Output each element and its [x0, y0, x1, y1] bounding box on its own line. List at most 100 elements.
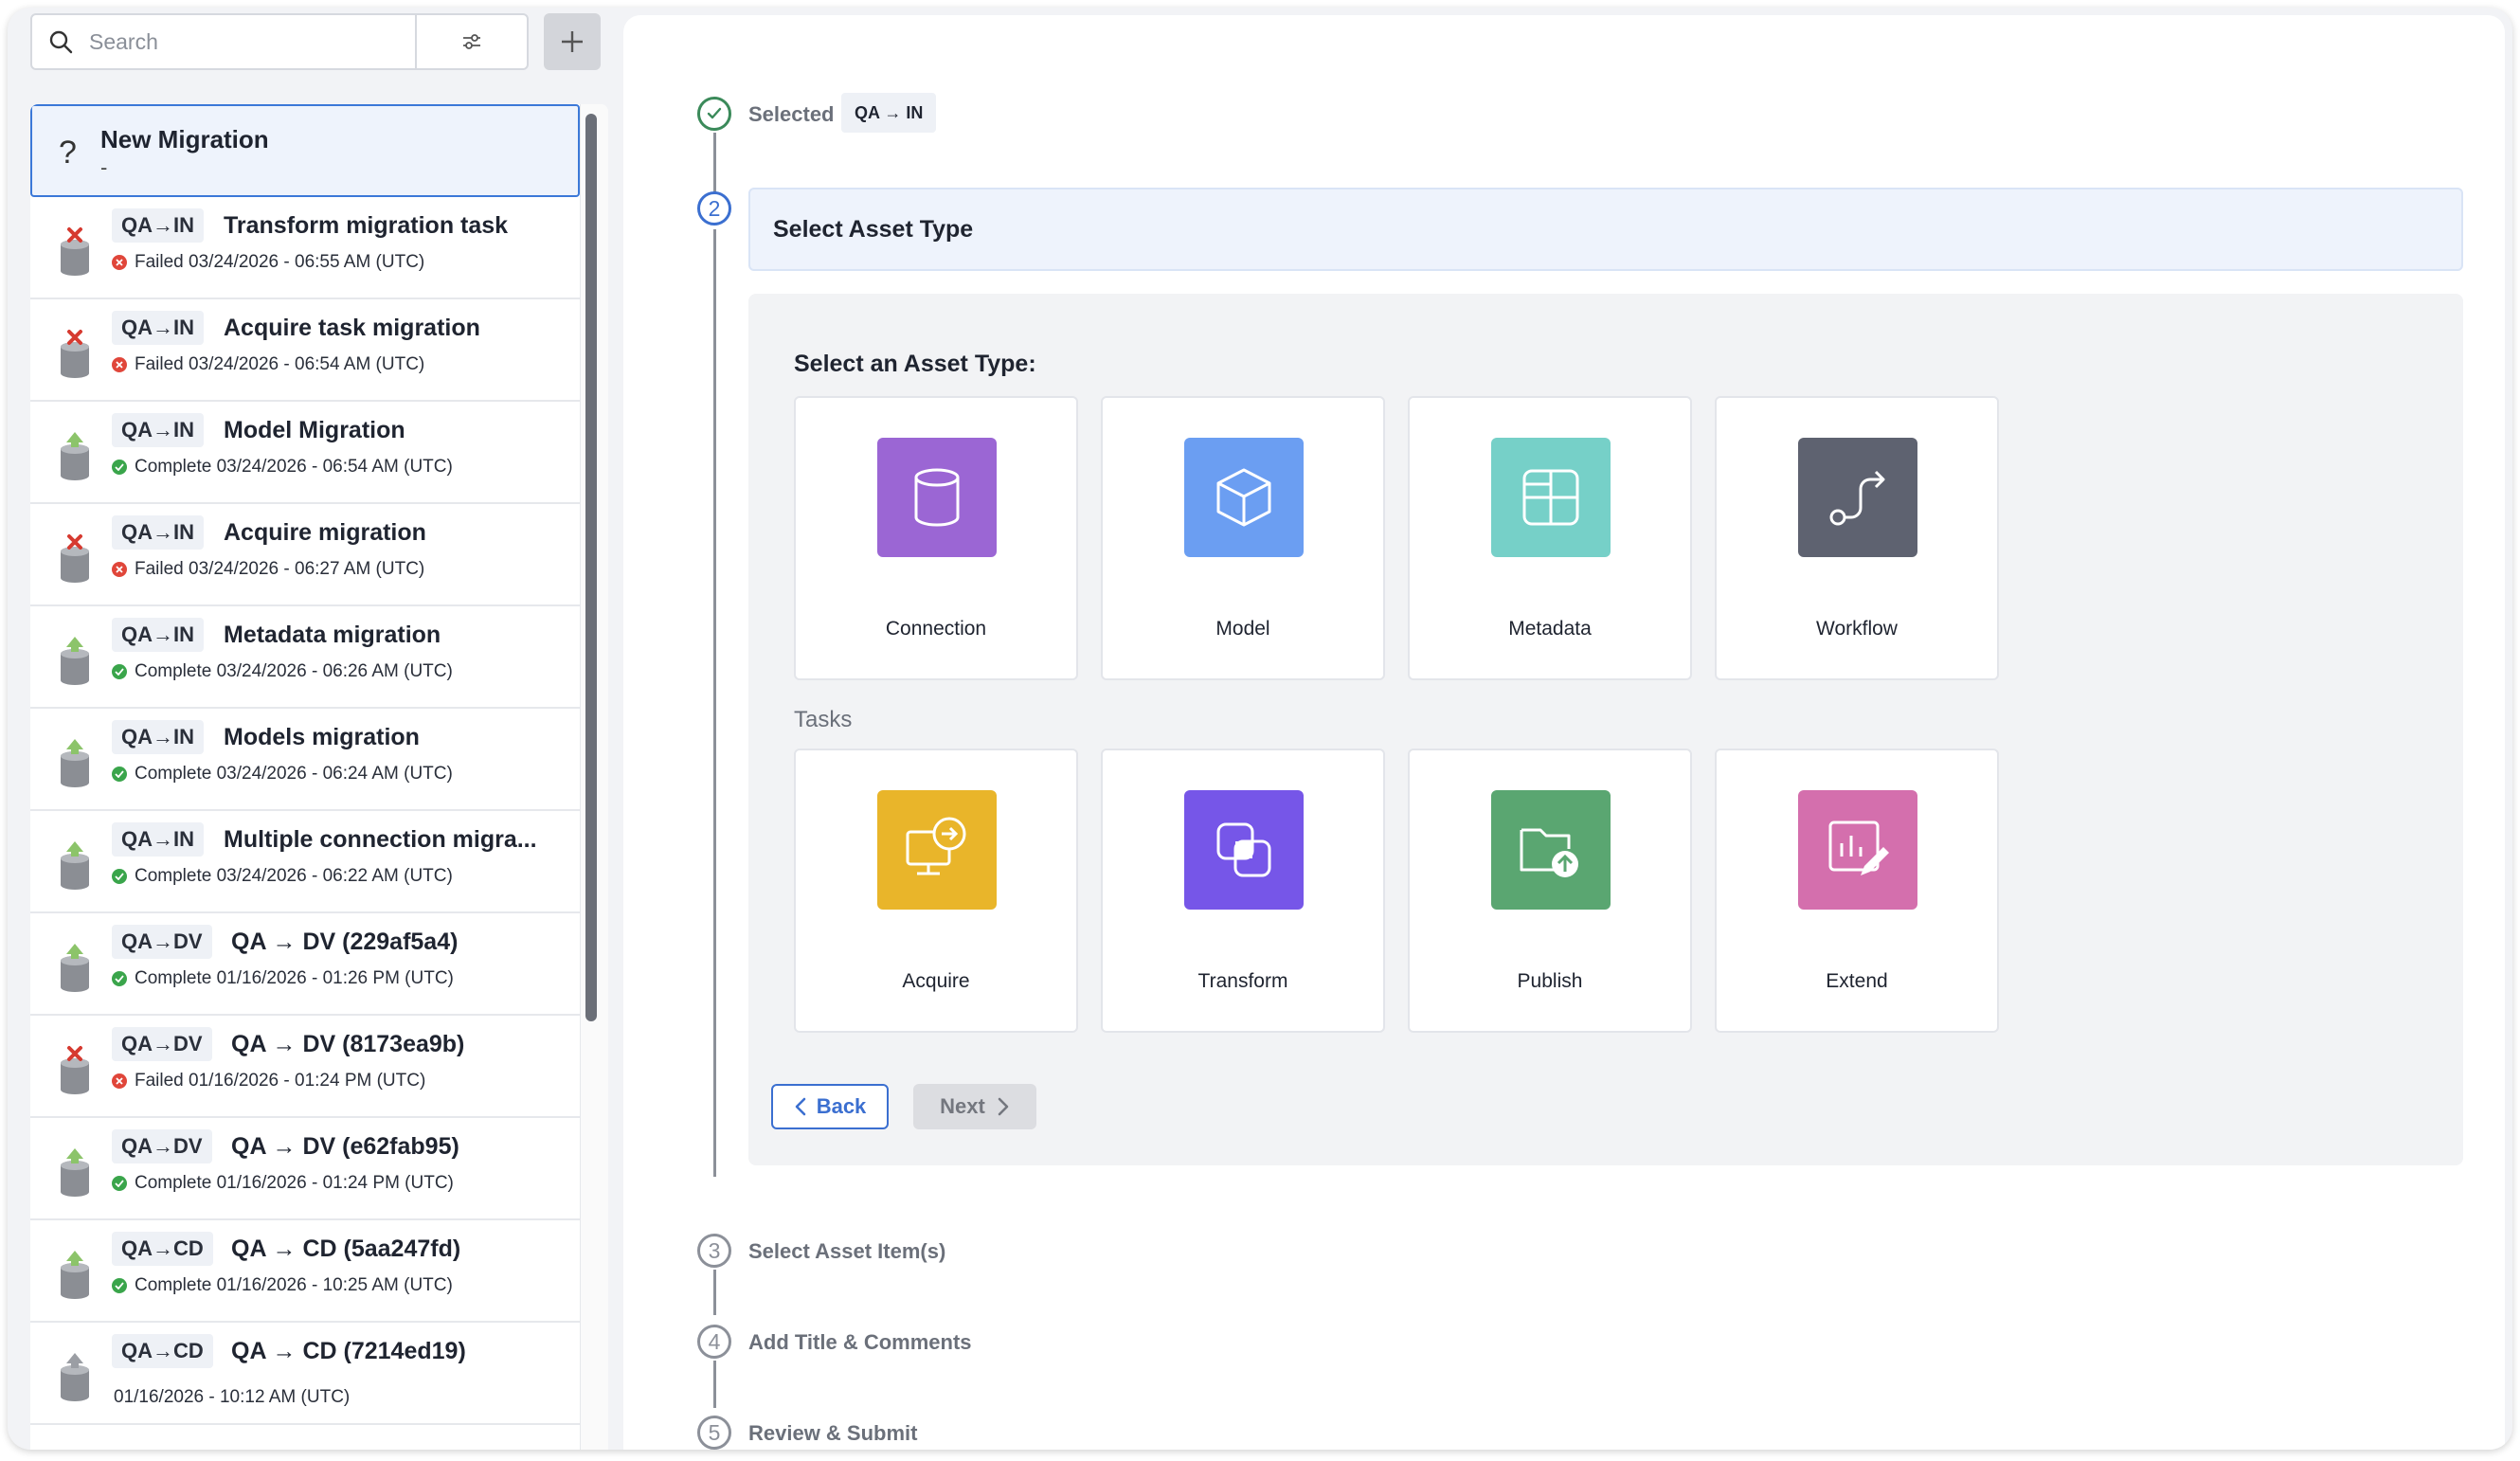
migration-list-item[interactable]: QA→CD QA → CD (5aa247fd) Complete 01/16/20… — [30, 1220, 580, 1323]
step-5-number: 5 — [697, 1416, 731, 1450]
env-badge: QA→IN — [112, 208, 204, 243]
migration-list-item[interactable]: QA→DV QA → DV (8173ea9b) Failed 01/16/2026… — [30, 1016, 580, 1118]
task-card-acquire[interactable]: Acquire — [794, 749, 1078, 1033]
database-success-icon — [61, 841, 89, 890]
add-migration-button[interactable] — [544, 13, 601, 70]
migration-list-item[interactable]: QA→DV QA → DV (e62fab95) Complete 01/16/20… — [30, 1118, 580, 1220]
migration-title: Metadata migration — [224, 622, 441, 648]
asset-card-label: Model — [1215, 618, 1270, 640]
step-5-label: Review & Submit — [748, 1421, 918, 1445]
migration-status: Complete 01/16/2026 - 10:25 AM (UTC) — [112, 1275, 453, 1296]
folder-upload-icon — [1491, 790, 1611, 910]
migration-status: Failed 01/16/2026 - 01:24 PM (UTC) — [112, 1071, 425, 1091]
migration-status-text: Failed 03/24/2026 - 06:54 AM (UTC) — [135, 354, 425, 374]
step-2-number: 2 — [697, 191, 731, 225]
migration-title: Multiple connection migra... — [224, 826, 537, 853]
back-button[interactable]: Back — [771, 1084, 889, 1129]
task-card-transform[interactable]: Transform — [1101, 749, 1385, 1033]
migration-list-item[interactable]: QA→IN Metadata migration Complete 03/24/20… — [30, 606, 580, 709]
step-4-label: Add Title & Comments — [748, 1330, 972, 1354]
migration-status-text: Failed 01/16/2026 - 01:24 PM (UTC) — [135, 1071, 426, 1091]
env-badge: QA→IN — [112, 311, 204, 345]
migration-status: Complete 03/24/2026 - 06:22 AM (UTC) — [112, 866, 453, 887]
migration-list-item[interactable]: QA→IN Acquire migration Failed 03/24/2026 … — [30, 504, 580, 606]
new-migration-item[interactable]: ? New Migration - — [30, 104, 580, 197]
migration-status-text: 01/16/2026 - 10:12 AM (UTC) — [114, 1387, 351, 1407]
success-status-icon — [112, 767, 127, 782]
database-failed-icon — [61, 227, 89, 276]
next-button[interactable]: Next — [913, 1084, 1036, 1129]
migration-status: 01/16/2026 - 10:12 AM (UTC) — [114, 1387, 350, 1408]
task-card-extend[interactable]: Extend — [1715, 749, 1999, 1033]
asset-card-model[interactable]: Model — [1101, 396, 1385, 680]
monitor-arrow-icon — [877, 790, 997, 910]
migration-list-item[interactable]: QA→IN Acquire task migration Failed 03/24/… — [30, 299, 580, 402]
route-arrow-icon — [1798, 438, 1917, 557]
selected-env-badge: QA → IN — [841, 93, 937, 133]
checkmark-icon — [707, 107, 722, 119]
asset-card-label: Workflow — [1816, 618, 1898, 640]
migration-list: ? New Migration - QA→IN Transform migrati… — [30, 104, 580, 1425]
migration-sidebar: ? New Migration - QA→IN Transform migrati… — [8, 8, 618, 1450]
migration-list-item[interactable]: QA→CD QA → CD (7214ed19) 01/16/2026 - 10:1… — [30, 1323, 580, 1425]
migration-title: QA → CD (7214ed19) — [231, 1338, 466, 1364]
chart-edit-icon — [1798, 790, 1917, 910]
migration-title: QA → DV (229af5a4) — [231, 929, 459, 955]
migration-title: Model Migration — [224, 417, 405, 443]
asset-card-connection[interactable]: Connection — [794, 396, 1078, 680]
success-status-icon — [112, 971, 127, 986]
success-status-icon — [112, 869, 127, 884]
app-window: ? New Migration - QA→IN Transform migrati… — [8, 8, 2512, 1450]
migration-title: QA → DV (e62fab95) — [231, 1133, 459, 1160]
table-grid-icon — [1491, 438, 1611, 557]
migration-list-panel: ? New Migration - QA→IN Transform migrati… — [30, 104, 608, 1450]
filter-button[interactable] — [415, 15, 527, 68]
env-badge: QA→CD — [112, 1334, 213, 1368]
step-connector — [713, 1361, 716, 1408]
migration-list-item[interactable]: QA→DV QA → DV (229af5a4) Complete 01/16/20… — [30, 913, 580, 1016]
database-success-icon — [61, 637, 89, 685]
search-input[interactable] — [89, 18, 415, 65]
migration-status: Complete 03/24/2026 - 06:26 AM (UTC) — [112, 661, 453, 682]
task-card-label: Acquire — [902, 970, 970, 992]
migration-status-text: Complete 03/24/2026 - 06:26 AM (UTC) — [135, 661, 453, 681]
task-card-label: Publish — [1517, 970, 1583, 992]
asset-card-label: Connection — [885, 618, 987, 640]
migration-status-text: Complete 01/16/2026 - 01:24 PM (UTC) — [135, 1173, 454, 1193]
env-badge: QA→DV — [112, 1129, 212, 1163]
migration-status: Complete 01/16/2026 - 01:24 PM (UTC) — [112, 1173, 454, 1194]
failed-status-icon — [112, 562, 127, 577]
migration-status: Failed 03/24/2026 - 06:27 AM (UTC) — [112, 559, 424, 580]
failed-status-icon — [112, 1073, 127, 1089]
database-pending-icon — [61, 1353, 89, 1401]
migration-title: Transform migration task — [224, 212, 509, 239]
scrollbar-thumb[interactable] — [585, 114, 597, 1021]
chevron-right-icon — [998, 1097, 1009, 1116]
migration-status-text: Complete 03/24/2026 - 06:54 AM (UTC) — [135, 457, 453, 477]
migration-status-text: Complete 03/24/2026 - 06:24 AM (UTC) — [135, 764, 453, 784]
database-failed-icon — [61, 1046, 89, 1094]
asset-card-workflow[interactable]: Workflow — [1715, 396, 1999, 680]
asset-type-heading: Select an Asset Type: — [794, 351, 1036, 377]
migration-wizard: Selected QA → IN 2 Select Asset Type Sel… — [623, 15, 2505, 1450]
asset-card-metadata[interactable]: Metadata — [1408, 396, 1692, 680]
database-success-icon — [61, 944, 89, 992]
migration-title: QA → CD (5aa247fd) — [231, 1236, 461, 1262]
search-bar — [30, 13, 529, 70]
asset-type-panel: Select an Asset Type: Connection Model M… — [748, 294, 2463, 1165]
step-4-number: 4 — [697, 1325, 731, 1359]
migration-list-item[interactable]: QA→IN Transform migration task Failed 03/2… — [30, 197, 580, 299]
success-status-icon — [112, 1176, 127, 1191]
env-badge: QA→IN — [112, 413, 204, 447]
task-card-publish[interactable]: Publish — [1408, 749, 1692, 1033]
migration-list-item[interactable]: QA→IN Model Migration Complete 03/24/2026 … — [30, 402, 580, 504]
migration-list-item[interactable]: QA→IN Models migration Complete 03/24/2026… — [30, 709, 580, 811]
migration-status: Complete 03/24/2026 - 06:54 AM (UTC) — [112, 457, 453, 478]
tasks-heading: Tasks — [794, 707, 853, 732]
database-success-icon — [61, 432, 89, 480]
migration-list-item[interactable]: QA→IN Multiple connection migra... Complet… — [30, 811, 580, 913]
asset-card-label: Metadata — [1508, 618, 1592, 640]
migration-title: Models migration — [224, 724, 420, 750]
step-2-header: Select Asset Type — [748, 188, 2463, 271]
new-migration-subtitle: - — [100, 155, 108, 179]
